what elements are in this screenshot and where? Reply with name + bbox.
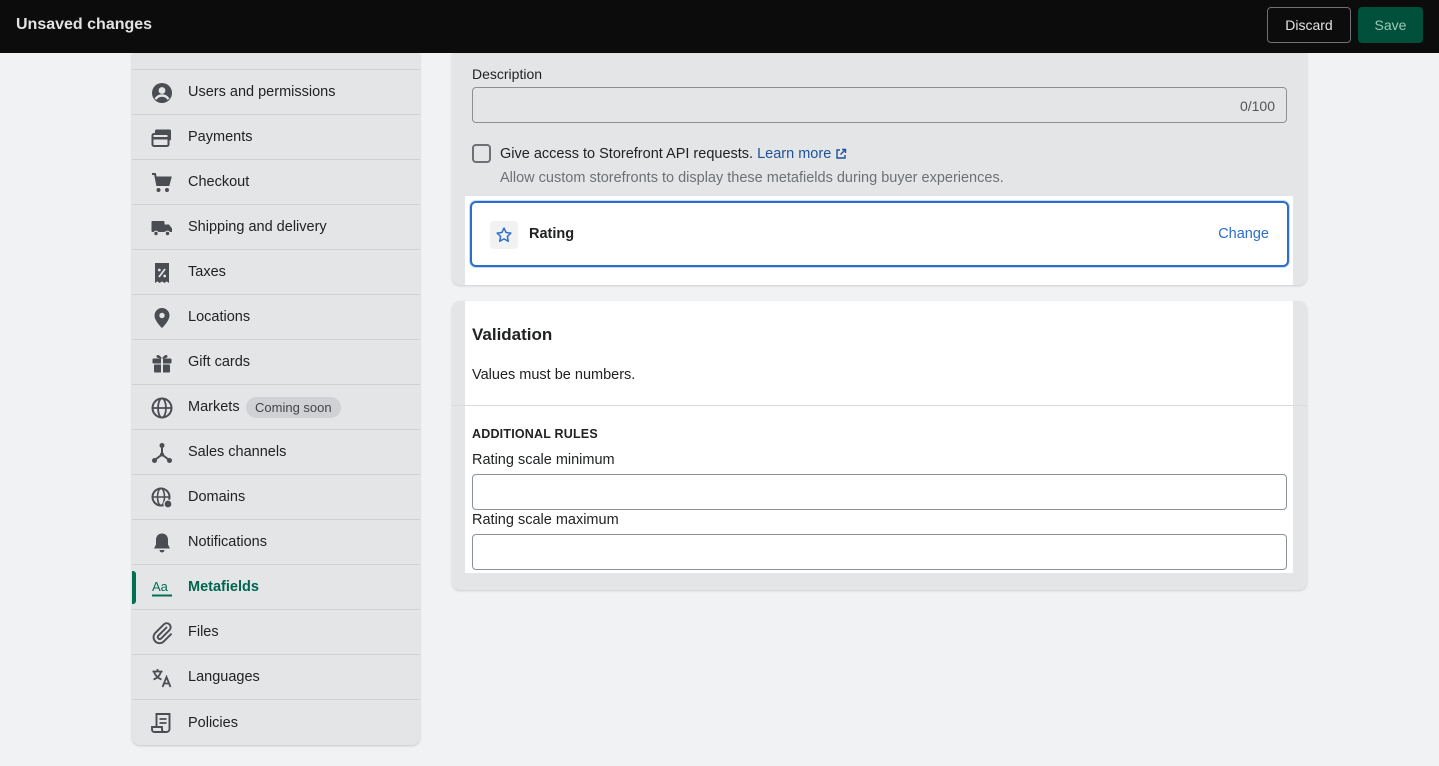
sidebar-item-label: Markets (188, 399, 240, 415)
sales-channels-icon (150, 441, 174, 465)
policy-document-icon (150, 711, 174, 735)
sidebar-item-partial[interactable] (132, 53, 420, 70)
rating-scale-maximum-label: Rating scale maximum (472, 512, 619, 528)
svg-text:Aa: Aa (152, 579, 169, 594)
globe-icon (150, 396, 174, 420)
sidebar-item-notifications[interactable]: Notifications (132, 520, 420, 565)
metafields-icon: Aa (150, 576, 174, 600)
learn-more-text: Learn more (757, 146, 832, 162)
discard-button[interactable]: Discard (1267, 7, 1351, 43)
sidebar-item-policies[interactable]: Policies (132, 700, 420, 745)
description-label: Description (472, 66, 543, 82)
rating-scale-minimum-label: Rating scale minimum (472, 452, 615, 468)
translate-icon (150, 666, 174, 690)
domain-globe-icon (150, 486, 174, 510)
description-input[interactable]: 0/100 (472, 87, 1287, 123)
sidebar-item-label: Sales channels (188, 444, 287, 460)
external-link-icon (835, 148, 847, 164)
rating-scale-maximum-input[interactable] (472, 534, 1287, 570)
sidebar-item-files[interactable]: Files (132, 610, 420, 655)
sidebar-item-label: Languages (188, 669, 260, 685)
sidebar-item-users-and-permissions[interactable]: Users and permissions (132, 70, 420, 115)
learn-more-link[interactable]: Learn more (757, 146, 847, 162)
storefront-access-help: Allow custom storefronts to display thes… (500, 170, 1004, 186)
sidebar-item-domains[interactable]: Domains (132, 475, 420, 520)
sidebar-item-metafields[interactable]: Aa Metafields (132, 565, 420, 610)
sidebar-item-label: Shipping and delivery (188, 219, 327, 235)
content-type-name: Rating (529, 226, 575, 242)
location-pin-icon (150, 306, 174, 330)
sidebar-item-shipping-and-delivery[interactable]: Shipping and delivery (132, 205, 420, 250)
sidebar-item-label: Users and permissions (188, 84, 336, 100)
storefront-access-checkbox[interactable] (472, 144, 491, 163)
validation-title: Validation (472, 325, 553, 344)
storefront-access-label: Give access to Storefront API requests. … (500, 146, 847, 164)
sidebar-item-checkout[interactable]: Checkout (132, 160, 420, 205)
truck-icon (150, 216, 174, 240)
sidebar-item-gift-cards[interactable]: Gift cards (132, 340, 420, 385)
description-character-count: 0/100 (1239, 98, 1275, 114)
bell-icon (150, 531, 174, 555)
sidebar-item-label: Metafields (188, 579, 259, 595)
sidebar-item-label: Notifications (188, 534, 267, 550)
sidebar-item-sales-channels[interactable]: Sales channels (132, 430, 420, 475)
sidebar-item-label: Domains (188, 489, 246, 505)
validation-description: Values must be numbers. (472, 367, 636, 383)
sidebar-item-label: Files (188, 624, 219, 640)
paperclip-icon (150, 621, 174, 645)
sidebar-item-label: Policies (188, 714, 238, 731)
payments-icon (150, 126, 174, 150)
sidebar-item-label: Taxes (188, 264, 226, 280)
sidebar-item-markets[interactable]: Markets Coming soon (132, 385, 420, 430)
rating-scale-minimum-input[interactable] (472, 474, 1287, 510)
sidebar-item-locations[interactable]: Locations (132, 295, 420, 340)
receipt-percent-icon (150, 261, 174, 285)
gift-icon (150, 351, 174, 375)
sidebar-item-label: Locations (188, 309, 251, 325)
user-circle-icon (150, 81, 174, 105)
sidebar-item-label: Payments (188, 129, 253, 145)
unsaved-changes-bar: Unsaved changes Discard Save (0, 0, 1439, 53)
cart-icon (150, 171, 174, 195)
save-button[interactable]: Save (1358, 7, 1423, 43)
section-divider (452, 405, 1307, 406)
storefront-access-text: Give access to Storefront API requests. (500, 146, 754, 162)
sidebar-item-languages[interactable]: Languages (132, 655, 420, 700)
active-indicator (132, 571, 136, 604)
sidebar-item-taxes[interactable]: Taxes (132, 250, 420, 295)
star-icon (490, 221, 518, 249)
coming-soon-badge: Coming soon (246, 397, 341, 418)
content-type-selector[interactable]: Rating Change (470, 201, 1289, 267)
sidebar-item-label: Checkout (188, 174, 250, 190)
settings-sidebar: Users and permissions Payments Checkout … (132, 53, 420, 745)
additional-rules-heading: ADDITIONAL RULES (472, 427, 598, 441)
unsaved-changes-title: Unsaved changes (16, 16, 153, 33)
sidebar-item-payments[interactable]: Payments (132, 115, 420, 160)
sidebar-item-label: Gift cards (188, 354, 251, 370)
change-type-button[interactable]: Change (1218, 226, 1269, 242)
